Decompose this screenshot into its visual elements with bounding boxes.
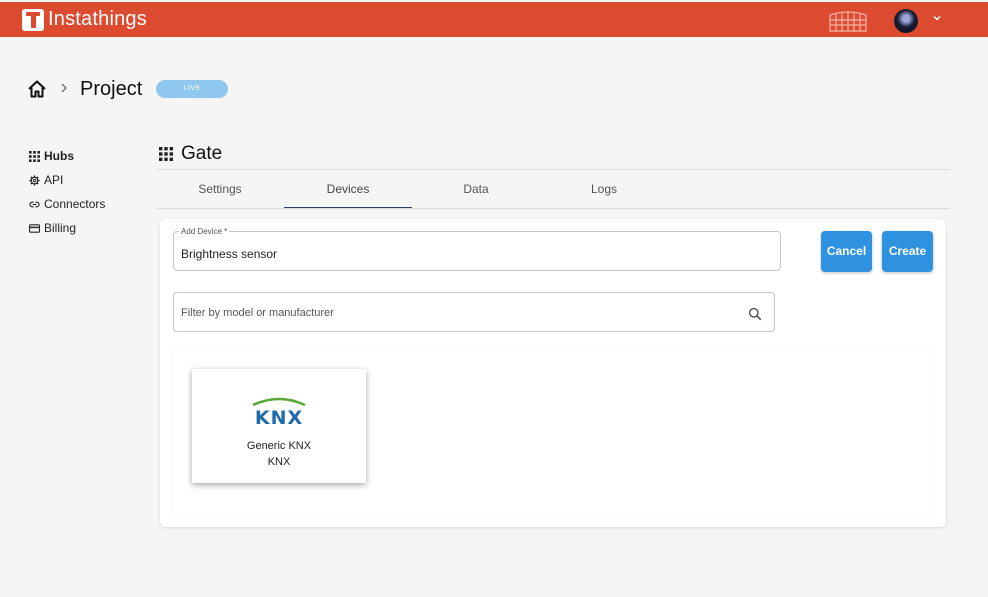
sidebar-item-connectors[interactable]: Connectors <box>29 192 105 216</box>
brand[interactable]: Instathings <box>22 8 147 31</box>
card-icon <box>29 223 40 233</box>
chevron-right-icon <box>61 83 67 93</box>
home-icon[interactable] <box>27 79 47 99</box>
svg-text:KNX: KNX <box>255 407 303 426</box>
device-name: Generic KNX <box>246 440 312 452</box>
breadcrumb-project[interactable]: Project <box>80 78 142 101</box>
tab-bar: Settings Devices Data Logs <box>156 170 950 209</box>
chevron-down-icon[interactable] <box>931 12 943 24</box>
cancel-button[interactable]: Cancel <box>821 231 872 272</box>
create-button[interactable]: Create <box>882 231 933 272</box>
add-device-value[interactable]: Brightness sensor <box>181 247 277 261</box>
sidebar-item-api[interactable]: API <box>29 168 105 192</box>
sidebar-nav: Hubs API Connectors Billing <box>29 144 105 240</box>
sidebar-item-label: Connectors <box>44 197 106 211</box>
search-icon[interactable] <box>748 307 762 321</box>
grid-icon <box>159 147 173 161</box>
grid-icon <box>29 150 40 162</box>
tab-data[interactable]: Data <box>412 170 540 208</box>
device-manufacturer: KNX <box>267 456 291 468</box>
add-device-label: Add Device * <box>179 227 230 236</box>
knx-logo: KNX <box>252 397 306 426</box>
page-title: Gate <box>159 143 222 165</box>
sidebar-item-label: Billing <box>44 221 77 235</box>
sidebar-item-label: Hubs <box>44 149 74 163</box>
user-avatar[interactable] <box>894 9 918 33</box>
filter-placeholder: Filter by model or manufacturer <box>181 307 334 319</box>
hub-title: Gate <box>181 143 223 164</box>
colosseum-icon <box>829 11 867 32</box>
tab-logs[interactable]: Logs <box>540 170 668 208</box>
link-icon <box>29 201 40 207</box>
sidebar-item-billing[interactable]: Billing <box>29 216 105 240</box>
sidebar-item-hubs[interactable]: Hubs <box>29 144 105 168</box>
tab-devices[interactable]: Devices <box>284 170 412 208</box>
status-badge: LIVE <box>156 80 228 98</box>
gear-icon <box>29 174 40 186</box>
top-app-bar: Instathings <box>0 2 988 37</box>
app-logo-icon <box>22 8 44 31</box>
app-name: Instathings <box>48 8 147 30</box>
tab-settings[interactable]: Settings <box>156 170 284 208</box>
sidebar-item-label: API <box>44 173 64 187</box>
